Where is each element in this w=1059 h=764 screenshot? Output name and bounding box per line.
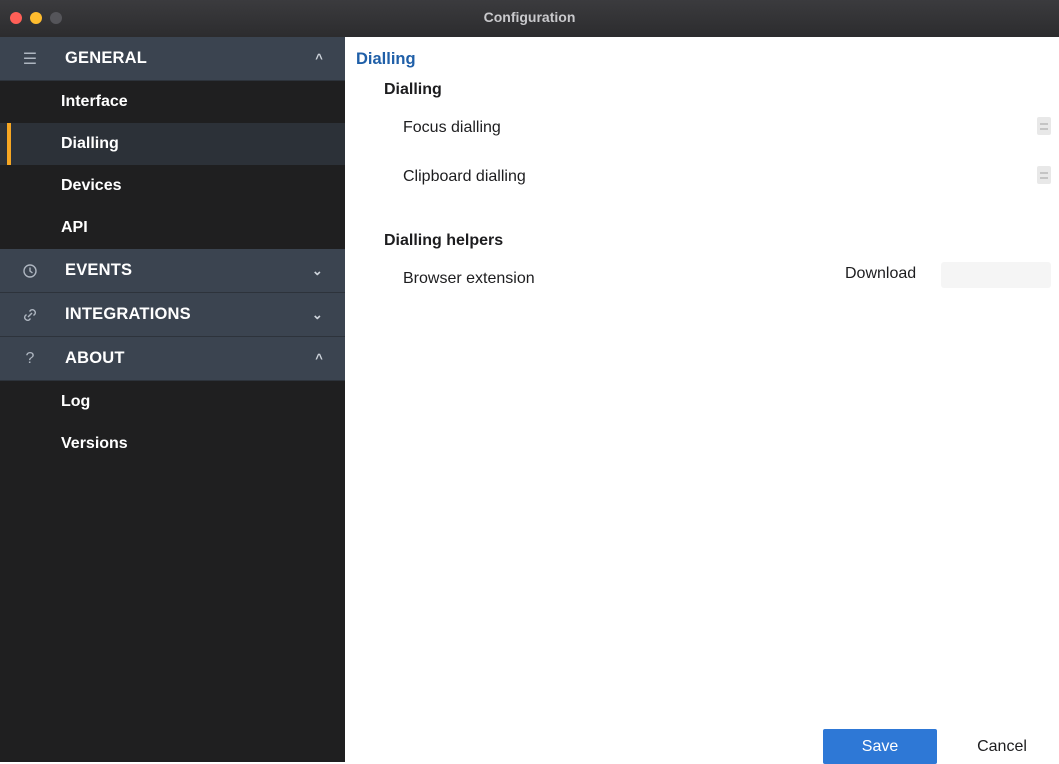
cancel-button[interactable]: Cancel xyxy=(957,729,1047,764)
sidebar-item-interface[interactable]: Interface xyxy=(0,81,345,123)
section-integrations[interactable]: INTEGRATIONS ⌄ xyxy=(0,293,345,337)
focus-dialling-toggle[interactable] xyxy=(1037,117,1051,135)
clipboard-dialling-toggle[interactable] xyxy=(1037,166,1051,184)
sidebar: ☰ GENERAL ^ Interface Dialling Devices A… xyxy=(0,37,345,762)
download-field[interactable] xyxy=(941,262,1051,288)
section-general-label: GENERAL xyxy=(65,49,148,67)
page-title: Dialling xyxy=(356,50,416,68)
chevron-down-icon: ⌄ xyxy=(311,306,323,322)
menu-icon: ☰ xyxy=(22,50,38,68)
dialling-helpers-title: Dialling helpers xyxy=(384,232,504,249)
section-general[interactable]: ☰ GENERAL ^ xyxy=(0,37,345,81)
save-button[interactable]: Save xyxy=(823,729,937,764)
main-content: Dialling Dialling Focus dialling Clipboa… xyxy=(345,37,1059,764)
section-about-label: ABOUT xyxy=(65,349,125,367)
sidebar-item-log[interactable]: Log xyxy=(0,381,345,423)
sidebar-item-api[interactable]: API xyxy=(0,207,345,249)
browser-extension-label: Browser extension xyxy=(403,270,535,287)
sidebar-item-devices[interactable]: Devices xyxy=(0,165,345,207)
title-bar: Configuration xyxy=(0,0,1059,38)
chevron-up-icon: ^ xyxy=(315,351,323,366)
link-icon xyxy=(18,293,42,336)
section-integrations-label: INTEGRATIONS xyxy=(65,305,191,323)
chevron-up-icon: ^ xyxy=(315,51,323,66)
section-events[interactable]: EVENTS ⌄ xyxy=(0,249,345,293)
sidebar-item-versions[interactable]: Versions xyxy=(0,423,345,465)
sidebar-item-dialling[interactable]: Dialling xyxy=(0,123,345,165)
dialling-group-title: Dialling xyxy=(384,81,442,98)
clipboard-dialling-label: Clipboard dialling xyxy=(403,168,526,185)
window-title: Configuration xyxy=(483,9,576,25)
clock-icon xyxy=(18,249,42,292)
section-events-label: EVENTS xyxy=(65,261,133,279)
focus-dialling-label: Focus dialling xyxy=(403,119,501,136)
section-about[interactable]: ? ABOUT ^ xyxy=(0,337,345,381)
question-icon: ? xyxy=(25,349,35,367)
download-button[interactable]: Download xyxy=(845,265,916,283)
chevron-down-icon: ⌄ xyxy=(311,262,323,278)
